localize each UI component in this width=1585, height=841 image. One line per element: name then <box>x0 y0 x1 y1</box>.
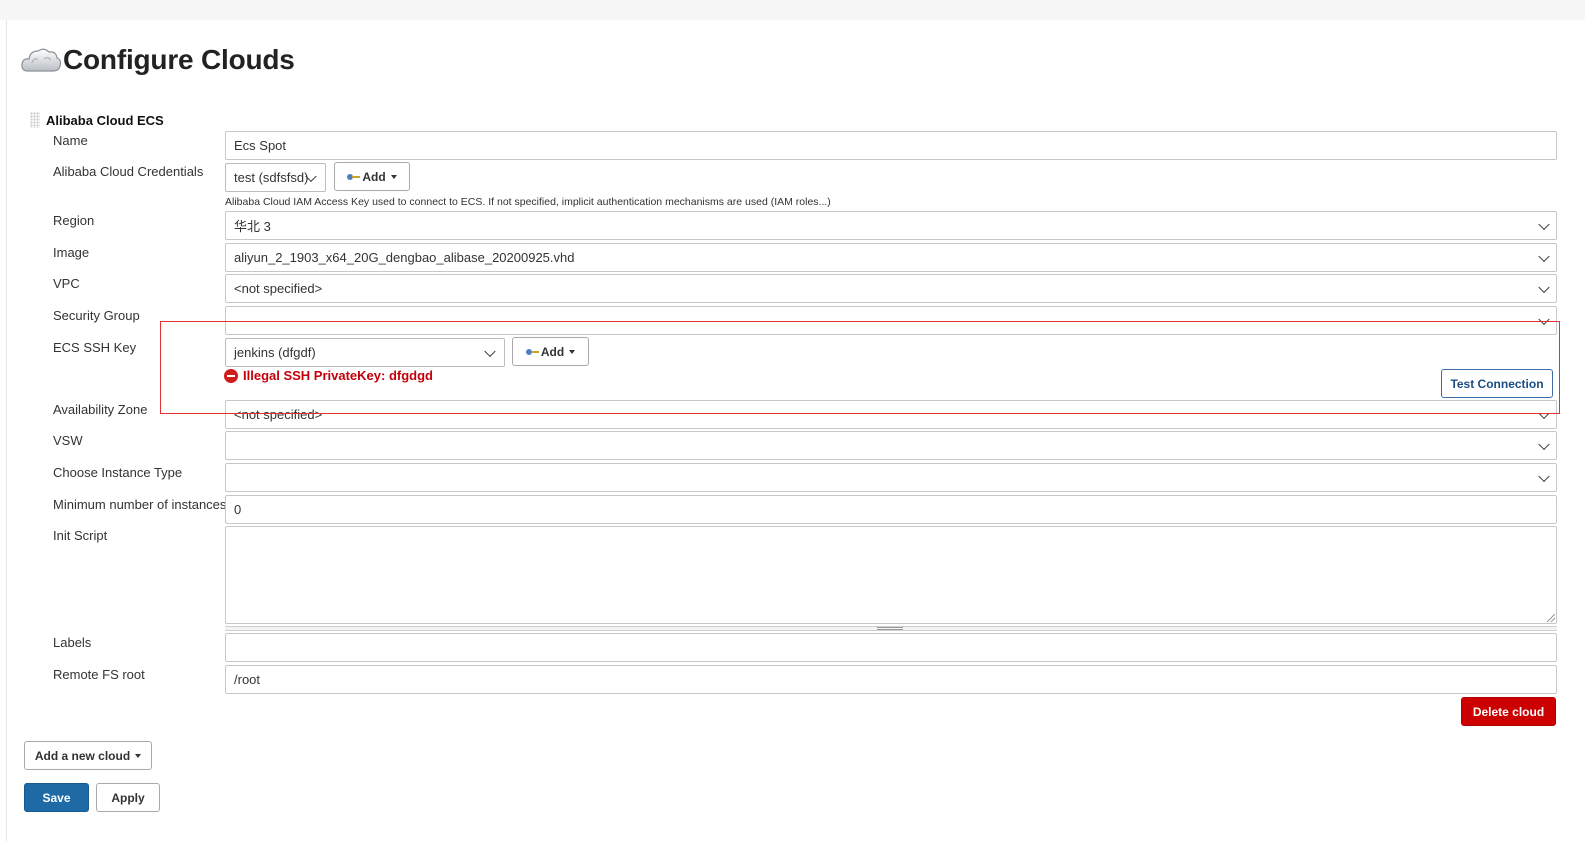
ssh-key-error-text: Illegal SSH PrivateKey: dfgdgd <box>243 368 433 383</box>
caret-down-icon <box>135 753 142 758</box>
min-instances-input[interactable]: 0 <box>225 495 1557 524</box>
caret-down-icon <box>390 174 397 179</box>
ssh-key-label: ECS SSH Key <box>53 340 137 355</box>
min-instances-value: 0 <box>234 502 242 517</box>
chevron-down-icon <box>1538 218 1550 230</box>
save-button[interactable]: Save <box>24 783 89 812</box>
chevron-down-icon <box>1538 281 1550 293</box>
chevron-down-icon <box>1538 438 1550 450</box>
name-label: Name <box>53 133 88 148</box>
add-new-cloud-button[interactable]: Add a new cloud <box>24 741 152 770</box>
min-instances-label: Minimum number of instances <box>53 497 227 512</box>
availability-zone-label: Availability Zone <box>53 402 148 417</box>
labels-label: Labels <box>53 635 92 650</box>
chevron-down-icon <box>1538 470 1550 482</box>
name-input[interactable]: Ecs Spot <box>225 131 1557 160</box>
chevron-down-icon <box>1538 407 1550 419</box>
credentials-help-text: Alibaba Cloud IAM Access Key used to con… <box>225 196 831 208</box>
remote-fs-root-label: Remote FS root <box>53 667 145 682</box>
error-icon <box>224 368 238 383</box>
add-credentials-label: Add <box>362 169 386 184</box>
availability-zone-select-value: <not specified> <box>234 407 323 422</box>
ssh-key-error: Illegal SSH PrivateKey: dfgdgd <box>224 368 433 383</box>
vsw-label: VSW <box>53 433 83 448</box>
vsw-select[interactable] <box>225 431 1557 460</box>
availability-zone-select[interactable]: <not specified> <box>225 400 1557 429</box>
resize-handle-icon[interactable] <box>1547 614 1555 622</box>
add-ssh-key-label: Add <box>540 344 565 359</box>
chevron-down-icon <box>484 345 496 357</box>
credentials-select-value: test (sdfsfsd) <box>234 170 309 185</box>
add-new-cloud-label: Add a new cloud <box>34 748 131 763</box>
vpc-label: VPC <box>53 276 80 291</box>
caret-down-icon <box>569 349 576 354</box>
cloud-section-title: Alibaba Cloud ECS <box>46 112 164 128</box>
top-bar <box>0 0 1585 20</box>
page-title: Configure Clouds <box>63 44 295 75</box>
test-connection-button[interactable]: Test Connection <box>1441 369 1553 398</box>
name-input-value: Ecs Spot <box>234 138 287 153</box>
cloud-icon <box>21 48 62 72</box>
instance-type-label: Choose Instance Type <box>53 465 183 480</box>
labels-input[interactable] <box>225 633 1557 662</box>
side-divider <box>6 20 7 841</box>
image-select-value: aliyun_2_1903_x64_20G_dengbao_alibase_20… <box>234 250 575 265</box>
instance-type-select[interactable] <box>225 463 1557 492</box>
image-select[interactable]: aliyun_2_1903_x64_20G_dengbao_alibase_20… <box>225 243 1557 272</box>
apply-button[interactable]: Apply <box>96 783 160 812</box>
textarea-resize-bar[interactable] <box>225 626 1557 631</box>
image-label: Image <box>53 245 90 260</box>
ssh-key-select-value: jenkins (dfgdf) <box>234 345 316 360</box>
region-select-value: 华北 3 <box>234 219 271 234</box>
drag-handle-icon[interactable] <box>30 112 40 128</box>
add-credentials-button[interactable]: Add <box>334 162 410 191</box>
init-script-label: Init Script <box>53 528 108 543</box>
credentials-label: Alibaba Cloud Credentials <box>53 164 204 179</box>
init-script-textarea[interactable] <box>225 526 1557 624</box>
cloud-section-header: Alibaba Cloud ECS <box>30 112 164 128</box>
region-select[interactable]: 华北 3 <box>225 211 1557 240</box>
ssh-key-select[interactable]: jenkins (dfgdf) <box>225 338 505 367</box>
grip-icon <box>877 627 903 630</box>
delete-cloud-button[interactable]: Delete cloud <box>1461 697 1556 726</box>
key-icon <box>525 348 540 355</box>
vpc-select-value: <not specified> <box>234 281 323 296</box>
add-ssh-key-button[interactable]: Add <box>512 337 589 366</box>
page-header: Configure Clouds <box>20 38 295 82</box>
key-icon <box>347 173 361 180</box>
vpc-select[interactable]: <not specified> <box>225 274 1557 303</box>
security-group-label: Security Group <box>53 308 140 323</box>
remote-fs-root-value: /root <box>234 672 261 687</box>
chevron-down-icon <box>1538 250 1550 262</box>
region-label: Region <box>53 213 95 228</box>
credentials-select[interactable]: test (sdfsfsd) <box>225 163 326 192</box>
security-group-select[interactable] <box>225 306 1557 335</box>
remote-fs-root-input[interactable]: /root <box>225 665 1557 694</box>
chevron-down-icon <box>1538 313 1550 325</box>
